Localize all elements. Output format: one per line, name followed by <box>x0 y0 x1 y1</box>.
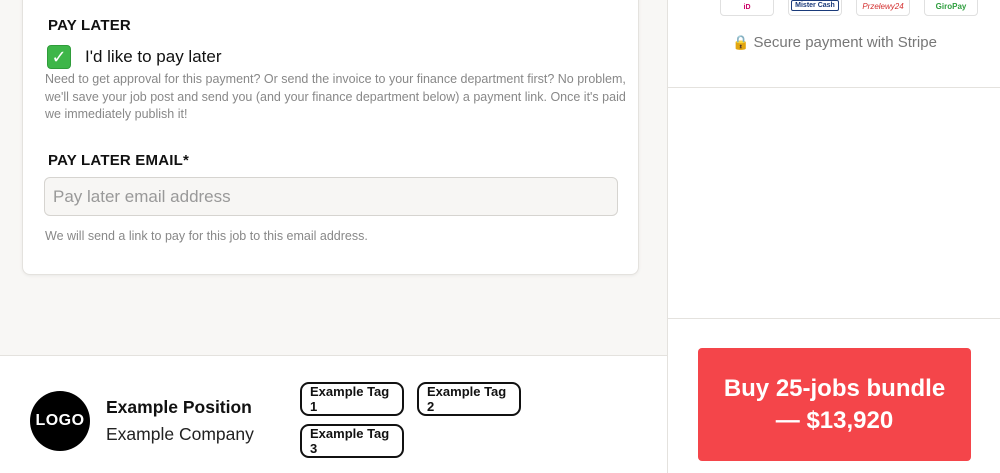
company-name: Example Company <box>106 424 254 444</box>
pay-later-heading: PAY LATER <box>48 17 131 34</box>
pay-later-email-input[interactable] <box>44 177 618 216</box>
pay-later-card: PAY LATER ✓ I'd like to pay later Need t… <box>22 0 639 275</box>
job-tag[interactable]: Example Tag 2 <box>417 382 521 416</box>
sidebar-divider <box>668 87 1000 88</box>
pay-later-description: Need to get approval for this payment? O… <box>45 72 626 121</box>
company-logo: LOGO <box>30 391 90 451</box>
przelewy24-logo-icon: Przelewy24 <box>856 0 910 16</box>
position-title: Example Position <box>106 397 252 417</box>
giropay-logo-icon: GiroPay <box>924 0 978 16</box>
pay-later-checkbox[interactable]: ✓ <box>47 45 71 69</box>
secure-payment-text: Secure payment with Stripe <box>753 34 937 51</box>
sidebar-divider <box>668 318 1000 319</box>
secure-payment-note: 🔒 Secure payment with Stripe <box>668 34 1000 51</box>
checkout-sidebar: iD Mister Cash Przelewy24 GiroPay 🔒 Secur… <box>667 0 1000 473</box>
job-tag[interactable]: Example Tag 3 <box>300 424 404 458</box>
job-preview-bar: LOGO Example Position Example Company Ex… <box>0 355 667 473</box>
pay-later-checkbox-row[interactable]: ✓ I'd like to pay later <box>47 45 221 69</box>
pay-later-checkbox-label[interactable]: I'd like to pay later <box>85 47 221 67</box>
payment-methods: iD Mister Cash Przelewy24 GiroPay <box>720 0 978 16</box>
lock-icon: 🔒 <box>732 34 750 50</box>
pay-later-email-heading: PAY LATER EMAIL* <box>48 152 189 169</box>
mister-cash-logo-icon: Mister Cash <box>788 0 842 16</box>
buy-bundle-button[interactable]: Buy 25-jobs bundle — $13,920 <box>698 348 971 461</box>
page: PAY LATER ✓ I'd like to pay later Need t… <box>0 0 1000 473</box>
job-tag[interactable]: Example Tag 1 <box>300 382 404 416</box>
job-form-area: PAY LATER ✓ I'd like to pay later Need t… <box>0 0 667 355</box>
pay-later-email-hint: We will send a link to pay for this job … <box>45 229 368 243</box>
checkmark-icon: ✓ <box>51 47 67 67</box>
ideal-logo-icon: iD <box>720 0 774 16</box>
